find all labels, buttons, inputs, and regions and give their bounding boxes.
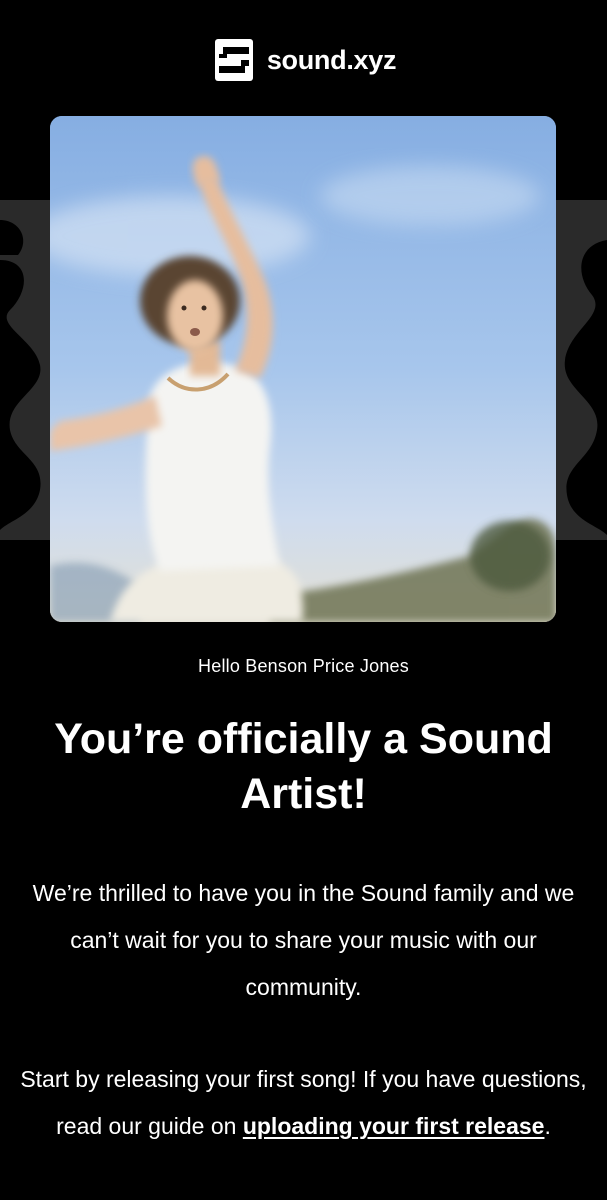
sound-logo-icon [214,39,253,81]
hero-photo-illustration [50,116,556,622]
brand-name: sound.xyz [266,44,397,75]
email-header: sound.xyz [0,36,607,84]
cta-period: . [544,1113,551,1139]
page-title: You’re officially a Sound Artist! [54,715,553,818]
right-wave-decoration [547,200,607,540]
intro-paragraph: We’re thrilled to have you in the Sound … [32,880,575,1000]
cta-paragraph: Start by releasing your first song! If y… [14,1056,593,1150]
greeting-text: Hello Benson Price Jones [198,656,409,676]
uploading-guide-link[interactable]: uploading your first release [243,1113,545,1139]
hero-image [50,116,556,622]
